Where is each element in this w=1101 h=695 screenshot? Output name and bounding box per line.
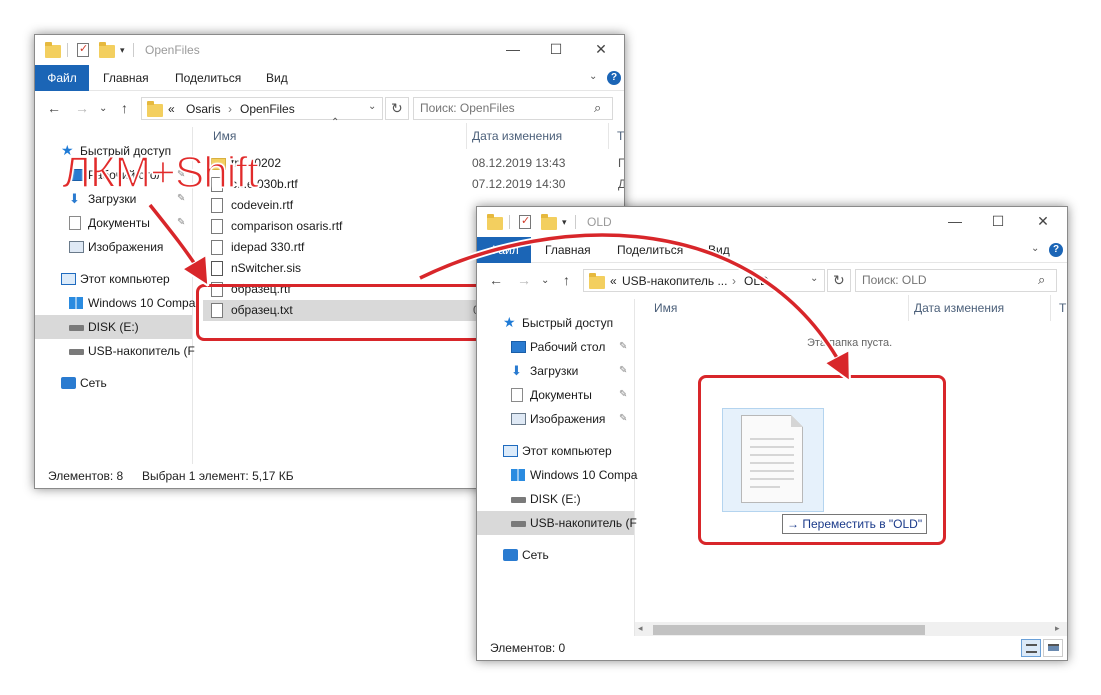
arrow-to-source-files (148, 203, 203, 277)
arrow-to-drop-target (418, 231, 849, 374)
shortcut-annotation: ЛКМ+Shift (61, 147, 259, 198)
annotation-arrows (147, 202, 1101, 695)
